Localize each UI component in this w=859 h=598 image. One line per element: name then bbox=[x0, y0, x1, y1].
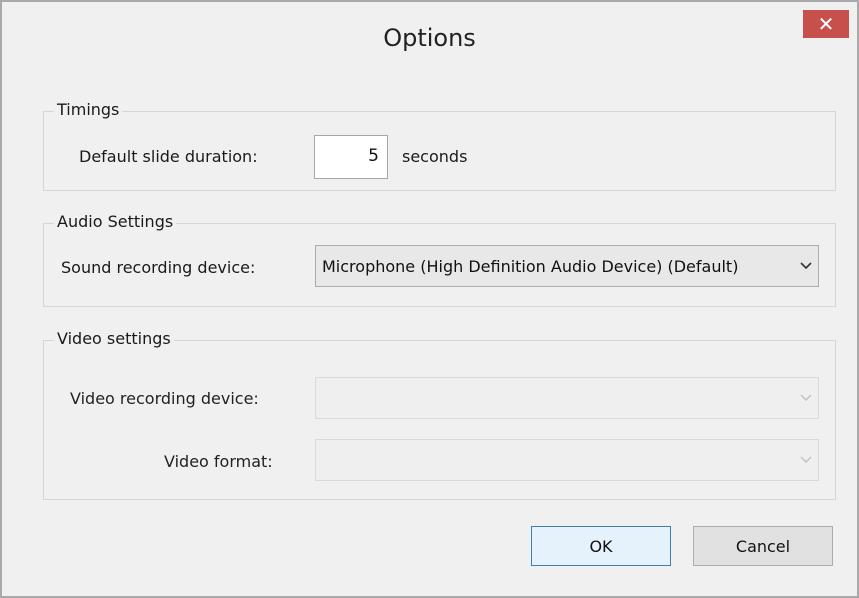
audio-settings-group: Audio Settings Sound recording device: M… bbox=[43, 212, 836, 307]
dialog-title: Options bbox=[383, 24, 476, 52]
close-button[interactable]: ✕ bbox=[803, 10, 849, 38]
chevron-down-icon bbox=[794, 378, 818, 418]
video-settings-group: Video settings Video recording device: V… bbox=[43, 329, 836, 500]
sound-device-label: Sound recording device: bbox=[61, 258, 256, 277]
video-settings-legend: Video settings bbox=[54, 329, 174, 348]
timings-legend: Timings bbox=[54, 100, 123, 119]
chevron-down-icon bbox=[794, 440, 818, 480]
video-device-label: Video recording device: bbox=[70, 389, 259, 408]
slide-duration-input[interactable]: 5 bbox=[314, 135, 388, 179]
sound-device-select[interactable]: Microphone (High Definition Audio Device… bbox=[315, 245, 819, 287]
audio-settings-legend: Audio Settings bbox=[54, 212, 177, 231]
ok-button[interactable]: OK bbox=[531, 526, 671, 566]
sound-device-value: Microphone (High Definition Audio Device… bbox=[322, 256, 739, 276]
options-dialog: Options ✕ Timings Default slide duration… bbox=[0, 0, 859, 598]
video-device-select[interactable] bbox=[315, 377, 819, 419]
chevron-down-icon bbox=[794, 246, 818, 286]
slide-duration-label: Default slide duration: bbox=[79, 147, 258, 166]
video-format-label: Video format: bbox=[164, 452, 273, 471]
video-format-select[interactable] bbox=[315, 439, 819, 481]
close-icon: ✕ bbox=[817, 12, 835, 36]
seconds-label: seconds bbox=[402, 147, 468, 166]
cancel-button[interactable]: Cancel bbox=[693, 526, 833, 566]
timings-group: Timings Default slide duration: 5 second… bbox=[43, 100, 836, 191]
title-bar[interactable]: Options ✕ bbox=[2, 2, 857, 82]
